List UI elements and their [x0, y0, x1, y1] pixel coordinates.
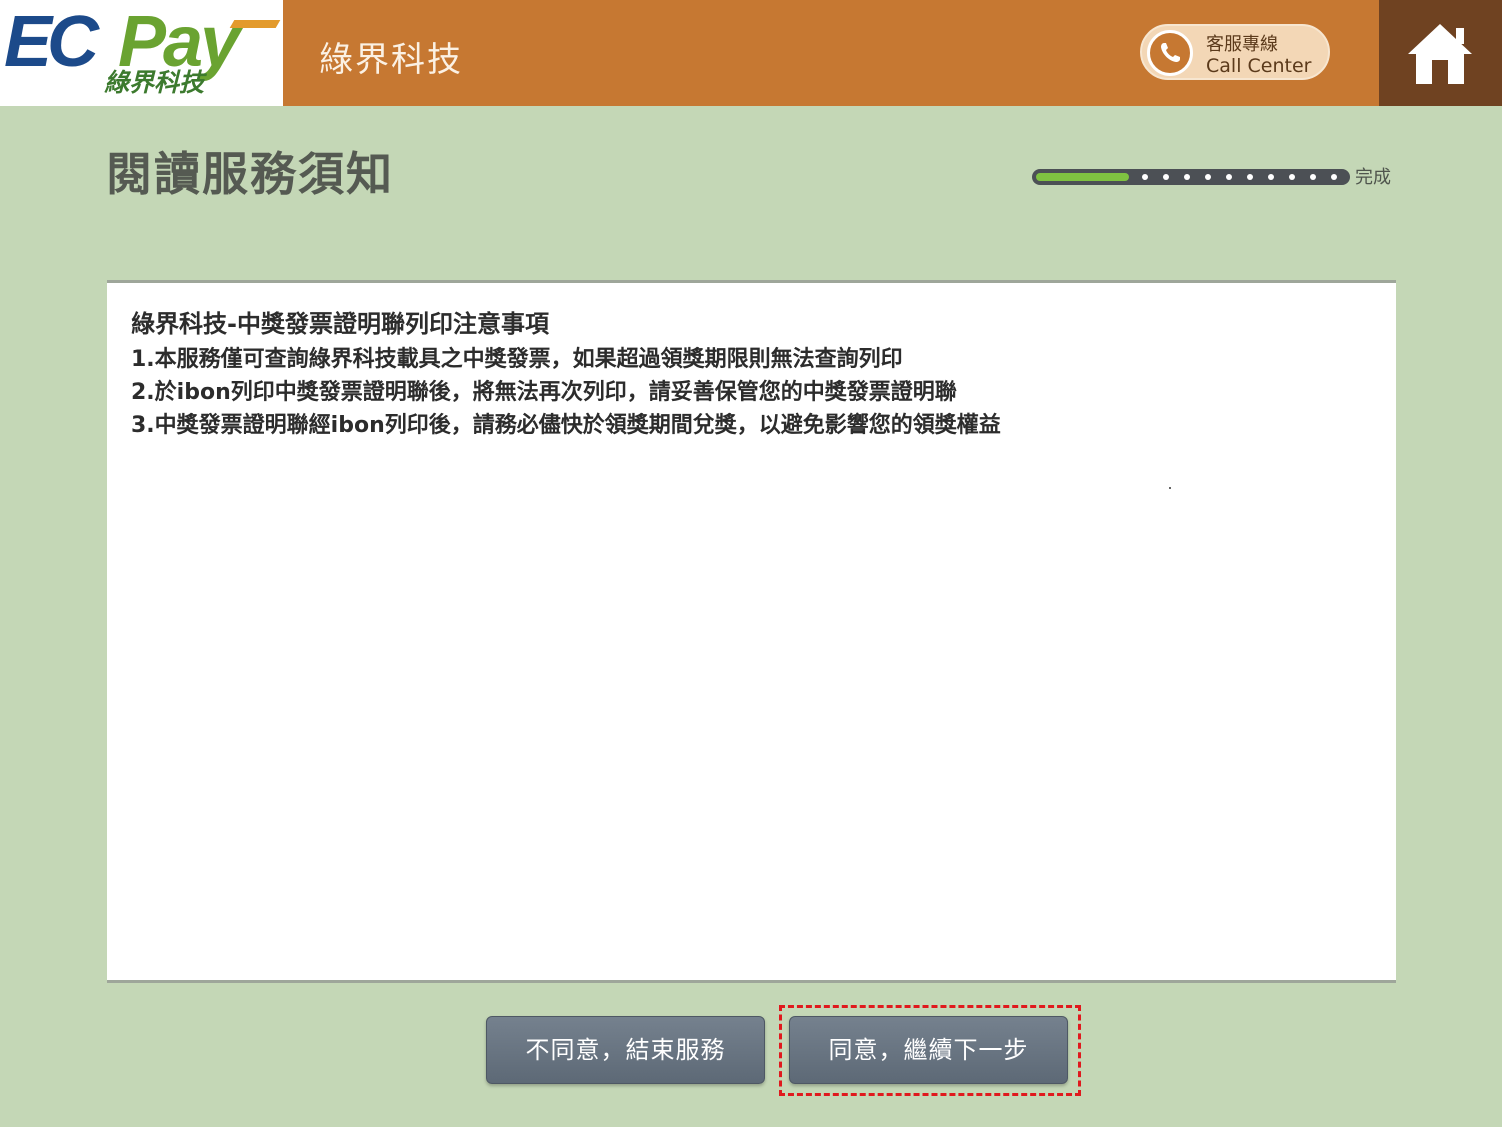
progress-dot — [1184, 174, 1190, 180]
home-button[interactable] — [1379, 0, 1502, 106]
logo-ec-text: EC — [4, 2, 99, 82]
notice-item: 3.中獎發票證明聯經ibon列印後，請務必儘快於領獎期間兌獎，以避免影響您的領獎… — [131, 413, 1001, 438]
brand-name: 綠界科技 — [319, 40, 463, 80]
page-title: 閱讀服務須知 — [106, 147, 394, 201]
call-center-label-zh: 客服專線 — [1206, 34, 1278, 55]
phone-icon — [1147, 30, 1193, 76]
progress-dot — [1163, 174, 1169, 180]
home-icon — [1406, 22, 1474, 90]
progress-dot — [1142, 174, 1148, 180]
ecpay-logo[interactable]: EC Pay 綠界科技 — [0, 0, 283, 106]
progress-dot — [1268, 174, 1274, 180]
progress-dot — [1247, 174, 1253, 180]
logo-subtitle: 綠界科技 — [104, 68, 205, 97]
brand-bar: 綠界科技 客服專線 Call Center — [283, 0, 1379, 106]
call-center-label-en: Call Center — [1206, 55, 1312, 77]
header: EC Pay 綠界科技 綠界科技 客服專線 Call Center — [0, 0, 1502, 106]
progress-label: 完成 — [1355, 167, 1391, 188]
notice-item: 1.本服務僅可查詢綠界科技載具之中獎發票，如果超過領獎期限則無法查詢列印 — [131, 347, 903, 372]
notice-panel: 綠界科技-中獎發票證明聯列印注意事項 1.本服務僅可查詢綠界科技載具之中獎發票，… — [107, 280, 1396, 983]
progress-dot — [1289, 174, 1295, 180]
stray-dot — [1169, 487, 1171, 489]
notice-item: 2.於ibon列印中獎發票證明聯後，將無法再次列印，請妥善保管您的中獎發票證明聯 — [131, 380, 957, 405]
agree-highlight-box — [779, 1005, 1081, 1096]
notice-list: 1.本服務僅可查詢綠界科技載具之中獎發票，如果超過領獎期限則無法查詢列印 2.於… — [131, 343, 1001, 442]
call-center-button[interactable]: 客服專線 Call Center — [1140, 24, 1330, 80]
progress-dot — [1226, 174, 1232, 180]
notice-title: 綠界科技-中獎發票證明聯列印注意事項 — [131, 310, 549, 338]
disagree-button[interactable]: 不同意，結束服務 — [486, 1016, 765, 1084]
progress-dots — [1142, 174, 1342, 182]
progress-indicator: 完成 — [1032, 166, 1392, 190]
logo-stripe — [229, 20, 281, 28]
progress-dot — [1205, 174, 1211, 180]
progress-dot — [1331, 174, 1337, 180]
progress-dot — [1310, 174, 1316, 180]
progress-fill — [1036, 173, 1129, 181]
